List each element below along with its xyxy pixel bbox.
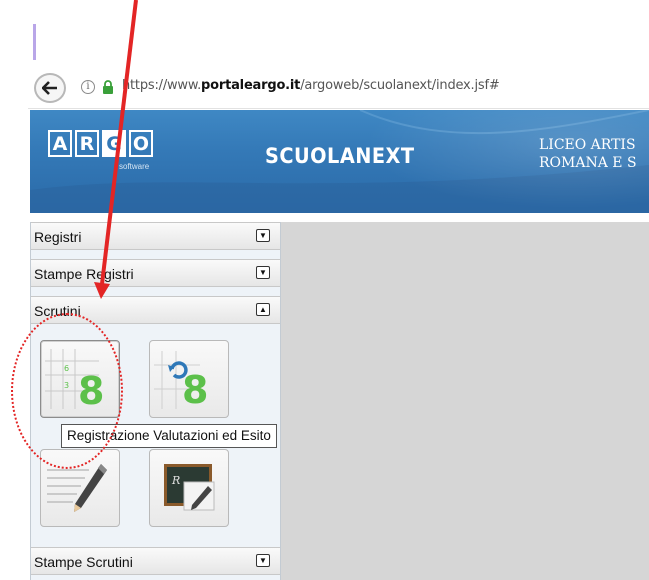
school-name-line1: LICEO ARTIS	[539, 137, 636, 153]
sidebar-section-registri[interactable]: Registri ▼	[31, 222, 280, 250]
logo-letter: A	[48, 130, 72, 157]
school-name-line2: ROMANA E S	[539, 155, 637, 171]
main-content-area	[280, 222, 649, 580]
product-title: SCUOLANEXT	[265, 144, 415, 168]
sidebar-section-stampe-scrutini[interactable]: Stampe Scrutini ▼	[31, 547, 280, 575]
logo-letter: O	[129, 130, 153, 157]
section-label: Registri	[34, 229, 82, 245]
url-domain: portaleargo.it	[201, 78, 301, 93]
page-edge-mark	[33, 24, 36, 60]
grade-big: 8	[182, 368, 208, 412]
caricamento-voti-refresh-icon: 8	[154, 351, 208, 412]
logo-letter: G	[102, 130, 126, 157]
back-button[interactable]	[34, 73, 66, 103]
url-field[interactable]: https://www.portaleargo.it/argoweb/scuol…	[122, 78, 500, 93]
section-label: Stampe Scrutini	[34, 554, 133, 570]
address-bar: i https://www.portaleargo.it/argoweb/scu…	[28, 70, 649, 109]
section-label: Stampe Registri	[34, 266, 134, 282]
school-name: LICEO ARTIS ROMANA E S	[539, 136, 637, 172]
blackboard-button[interactable]: R	[149, 449, 229, 527]
info-icon[interactable]: i	[81, 80, 95, 94]
lock-icon	[103, 80, 113, 94]
blackboard-pencil-icon: R	[164, 464, 215, 511]
expand-toggle-icon[interactable]: ▼	[256, 229, 270, 242]
collapse-toggle-icon[interactable]: ▲	[256, 303, 270, 316]
back-arrow-icon	[42, 81, 57, 95]
sidebar-section-stampe-registri[interactable]: Stampe Registri ▼	[31, 259, 280, 287]
content-top-strip	[280, 213, 649, 222]
url-prefix: https://www.	[122, 78, 202, 93]
argo-logo: A R G O	[48, 130, 153, 157]
expand-toggle-icon[interactable]: ▼	[256, 266, 270, 279]
logo-subtitle: software	[119, 162, 150, 171]
highlight-ellipse	[11, 313, 123, 469]
expand-toggle-icon[interactable]: ▼	[256, 554, 270, 567]
url-path: /argoweb/scuolanext/index.jsf#	[300, 78, 500, 93]
caricamento-voti-button[interactable]: 8	[149, 340, 229, 418]
logo-letter: R	[75, 130, 99, 157]
app-header: A R G O software SCUOLANEXT LICEO ARTIS …	[30, 110, 649, 213]
board-text: R	[171, 474, 180, 487]
